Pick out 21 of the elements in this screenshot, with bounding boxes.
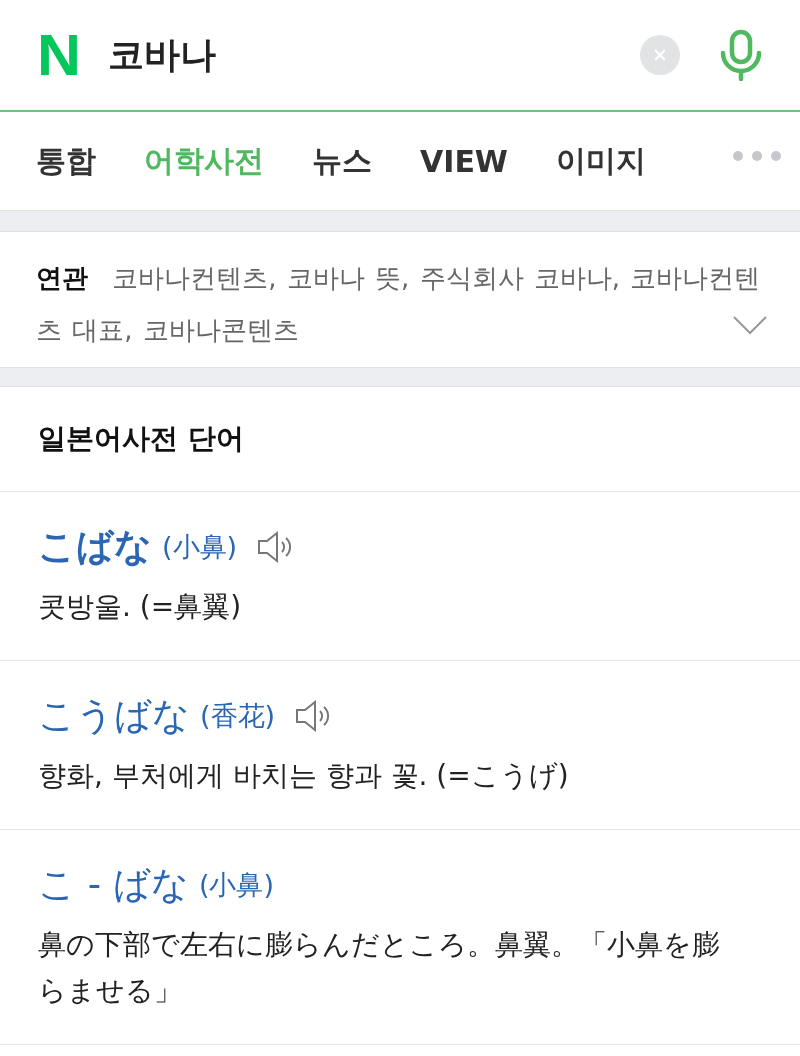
kanji-text: (小鼻) bbox=[162, 530, 238, 564]
speaker-icon[interactable] bbox=[257, 530, 294, 564]
headword-link[interactable]: こばな bbox=[38, 522, 152, 572]
close-icon bbox=[652, 47, 668, 63]
search-query[interactable]: 코바나 bbox=[107, 30, 640, 80]
related-searches[interactable]: 연관 코바나컨텐츠, 코바나 뜻, 주식회사 코바나, 코바나컨텐츠 대표, 코바나콘텐츠 bbox=[36, 252, 762, 356]
kanji-text: (小鼻) bbox=[198, 868, 274, 902]
search-tab[interactable]: 이미지 bbox=[555, 140, 646, 182]
headword-link[interactable]: こ - ばな bbox=[38, 860, 189, 910]
section-title: 일본어사전 단어 bbox=[0, 387, 800, 492]
chevron-down-icon[interactable] bbox=[732, 315, 768, 335]
speaker-icon[interactable] bbox=[295, 699, 332, 733]
search-tab[interactable]: VIEW bbox=[420, 143, 508, 179]
definition-text: 향화, 부처에게 바치는 향과 꽃. (=こうげ) bbox=[38, 758, 570, 794]
kanji-text: (香花) bbox=[200, 699, 276, 733]
headword-link[interactable]: こうばな bbox=[38, 691, 190, 741]
definition-text: 鼻の下部で左右に膨らんだところ。鼻翼。「小鼻を膨らませる」 bbox=[38, 927, 721, 1009]
search-tab[interactable]: 뉴스 bbox=[312, 140, 372, 182]
microphone-icon[interactable] bbox=[718, 29, 764, 81]
definition-text: 콧방울. (=鼻翼) bbox=[38, 589, 243, 625]
search-tab[interactable]: 통합 bbox=[36, 140, 96, 182]
